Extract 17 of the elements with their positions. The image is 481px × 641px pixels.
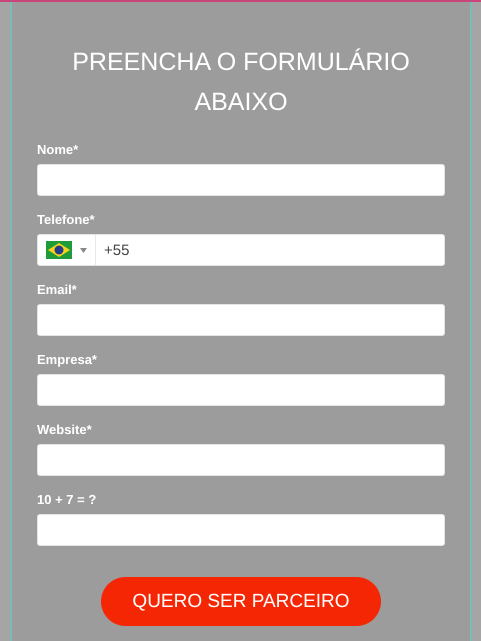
input-field[interactable] [37,164,445,196]
field-label: Website* [37,422,92,438]
phone-input[interactable]: +55 [96,235,444,265]
input-field[interactable] [37,444,445,476]
submit-button[interactable]: QUERO SER PARCEIRO [101,577,381,626]
input-field[interactable] [37,514,445,546]
phone-field[interactable]: +55 [37,234,445,266]
field-label: 10 + 7 = ? [37,492,96,508]
field-label: Empresa* [37,352,97,368]
input-field[interactable] [37,374,445,406]
form-title: PREENCHA O FORMULÁRIO ABAIXO [71,47,411,118]
flag-icon[interactable] [46,241,72,259]
input-field[interactable] [37,304,445,336]
caret-icon[interactable] [80,248,87,252]
field-label: Nome* [37,142,78,158]
field-label: Email* [37,282,77,298]
field-label: Telefone* [37,212,95,228]
